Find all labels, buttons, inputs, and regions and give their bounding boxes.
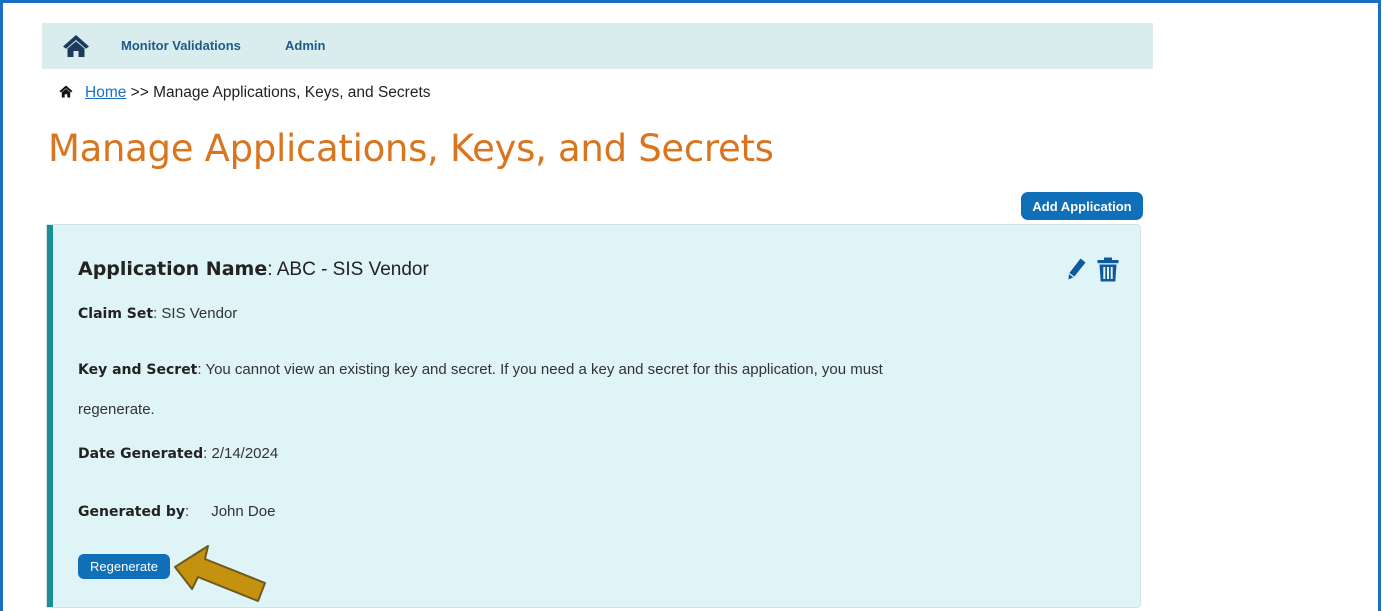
home-icon bbox=[59, 85, 73, 98]
top-navbar: Monitor Validations Admin bbox=[42, 23, 1153, 69]
generated-by-colon: : bbox=[185, 503, 190, 520]
generated-by-row: Generated by: John Doe bbox=[78, 503, 275, 520]
claim-set-row: Claim Set: SIS Vendor bbox=[78, 305, 237, 322]
application-name-label: Application Name bbox=[78, 258, 268, 280]
date-generated-label: Date Generated bbox=[78, 446, 204, 462]
key-and-secret-label: Key and Secret bbox=[78, 362, 198, 378]
trash-icon[interactable] bbox=[1097, 257, 1119, 282]
nav-monitor-validations[interactable]: Monitor Validations bbox=[121, 38, 241, 53]
home-icon[interactable] bbox=[62, 34, 90, 58]
pencil-icon[interactable] bbox=[1065, 257, 1087, 281]
nav-admin[interactable]: Admin bbox=[285, 38, 325, 53]
generated-by-value: John Doe bbox=[211, 503, 276, 520]
application-name: Application Name: ABC - SIS Vendor bbox=[78, 258, 429, 281]
claim-set-value: : SIS Vendor bbox=[153, 305, 238, 322]
date-generated-row: Date Generated: 2/14/2024 bbox=[78, 445, 278, 462]
date-generated-value: : 2/14/2024 bbox=[203, 445, 279, 462]
breadcrumb: Home >> Manage Applications, Keys, and S… bbox=[59, 84, 431, 102]
callout-arrow-icon bbox=[174, 545, 266, 602]
key-and-secret-row: Key and Secret: You cannot view an exist… bbox=[78, 361, 883, 378]
breadcrumb-home-link[interactable]: Home bbox=[85, 84, 126, 101]
breadcrumb-current: >> Manage Applications, Keys, and Secret… bbox=[126, 84, 431, 101]
claim-set-label: Claim Set bbox=[78, 306, 154, 322]
key-and-secret-continuation: regenerate. bbox=[78, 401, 155, 418]
regenerate-button[interactable]: Regenerate bbox=[78, 554, 170, 579]
generated-by-label: Generated by bbox=[78, 504, 186, 520]
key-and-secret-value: : You cannot view an existing key and se… bbox=[197, 361, 883, 378]
add-application-button[interactable]: Add Application bbox=[1021, 192, 1143, 220]
application-name-value: : ABC - SIS Vendor bbox=[267, 259, 429, 280]
page-title: Manage Applications, Keys, and Secrets bbox=[48, 127, 774, 170]
